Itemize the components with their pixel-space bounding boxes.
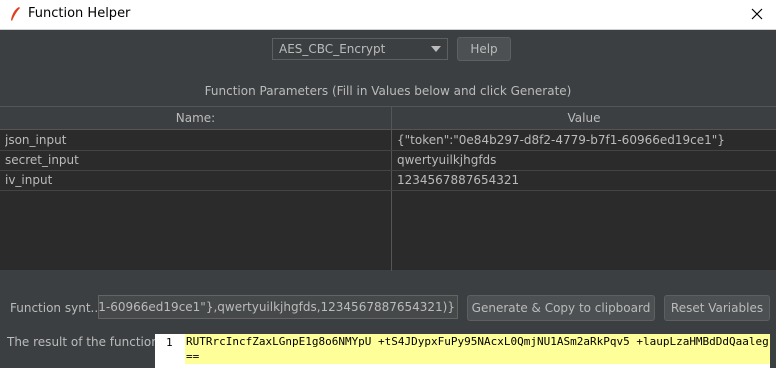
table-header: Name: Value: [0, 107, 776, 130]
table-row[interactable]: secret_input qwertyuilkjhgfds: [0, 150, 776, 171]
param-value[interactable]: qwertyuilkjhgfds: [397, 150, 772, 170]
close-icon[interactable]: [742, 2, 772, 26]
line-number: 1: [166, 336, 173, 349]
column-header-value[interactable]: Value: [392, 107, 776, 129]
reset-variables-button[interactable]: Reset Variables: [664, 295, 770, 321]
table-row[interactable]: json_input {"token":"0e84b297-d8f2-4779-…: [0, 130, 776, 151]
result-label: The result of the function...: [7, 335, 171, 349]
param-name: json_input: [5, 133, 67, 147]
chevron-down-icon: [431, 46, 441, 52]
param-value[interactable]: {"token":"0e84b297-d8f2-4779-b7f1-60966e…: [397, 130, 772, 150]
result-code[interactable]: RUTRrcIncfZaxLGnpE1g8o6NMYpU +tS4JDypxFu…: [185, 334, 770, 368]
column-header-name[interactable]: Name:: [0, 107, 392, 129]
generate-copy-button[interactable]: Generate & Copy to clipboard: [467, 295, 655, 321]
window-title: Function Helper: [28, 6, 131, 21]
function-select[interactable]: AES_CBC_Encrypt: [272, 38, 448, 60]
function-select-value: AES_CBC_Encrypt: [279, 42, 386, 56]
result-text[interactable]: RUTRrcIncfZaxLGnpE1g8o6NMYpU +tS4JDypxFu…: [185, 334, 770, 364]
param-name: secret_input: [5, 153, 79, 167]
title-bar: Function Helper: [0, 0, 776, 30]
result-editor[interactable]: 1 RUTRrcIncfZaxLGnpE1g8o6NMYpU +tS4JDypx…: [155, 334, 770, 368]
params-table: Name: Value json_input {"token":"0e84b29…: [0, 106, 776, 271]
function-syntax-value: 2-4779-b7f1-60966ed19ce1"},qwertyuilkjhg…: [98, 300, 455, 314]
param-name: iv_input: [5, 173, 53, 187]
function-syntax-field[interactable]: 2-4779-b7f1-60966ed19ce1"},qwertyuilkjhg…: [98, 295, 458, 319]
param-value[interactable]: 1234567887654321: [397, 170, 772, 190]
help-button[interactable]: Help: [457, 37, 511, 61]
table-row[interactable]: iv_input 1234567887654321: [0, 170, 776, 191]
line-gutter: 1: [155, 334, 185, 368]
function-syntax-label: Function synt...: [10, 301, 102, 315]
feather-icon: [11, 7, 20, 21]
params-title: Function Parameters (Fill in Values belo…: [204, 84, 572, 98]
